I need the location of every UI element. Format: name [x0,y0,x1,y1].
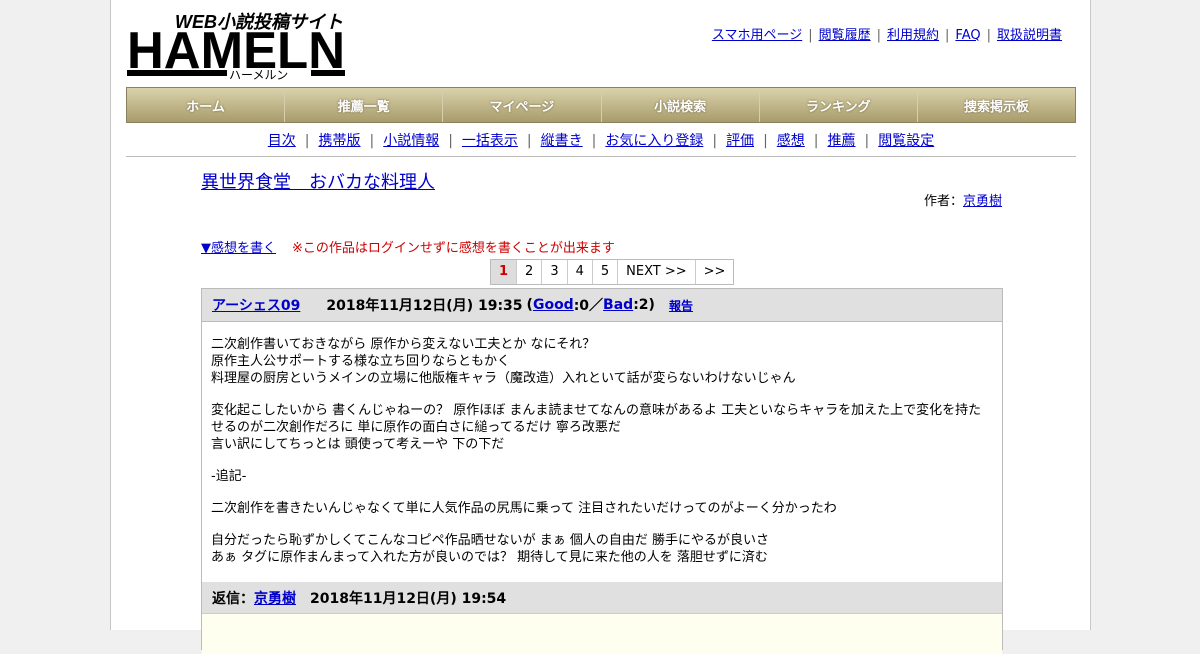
review-date: 2018年11月12日(月) 19:35 [326,298,523,314]
author-label: 作者： [923,194,963,209]
subnav-vertical[interactable]: 縦書き [541,133,583,149]
author-line: 作者：京勇樹 [924,190,1002,209]
reply-header: 返信： 京勇樹 2018年11月12日(月) 19:54 [202,582,1002,613]
subnav-info[interactable]: 小説情報 [383,133,439,149]
subnav-settings[interactable]: 閲覧設定 [878,133,934,149]
reply-body [202,613,1002,654]
review-card: アーシェス09 2018年11月12日(月) 19:35 (Good:0／ Bad… [201,288,1003,654]
review-paragraph: 二次創作書いておきながら 原作から変えない工夫とか なにそれ？ 原作主人公サポー… [211,337,796,386]
bad-vote-link[interactable]: Bad [603,297,633,313]
page-2-link[interactable]: 2 [517,260,543,284]
terms-link[interactable]: 利用規約 [887,28,939,43]
page-1-current: 1 [491,260,518,284]
subnav-toc[interactable]: 目次 [268,133,296,149]
novel-title-link[interactable]: 異世界食堂 おバカな料理人 [201,168,435,194]
report-link[interactable]: 報告 [669,297,693,314]
page-3-link[interactable]: 3 [542,260,568,284]
review-paragraph: -追記- [211,469,247,484]
review-paragraph: 自分だったら恥ずかしくてこんなコピペ作品晒せないが まぁ 個人の自由だ 勝手にや… [211,533,770,565]
reply-author-link[interactable]: 京勇樹 [254,588,296,608]
nav-board[interactable]: 捜索掲示板 [918,88,1075,122]
good-count: :0／ [573,298,604,314]
nav-home[interactable]: ホーム [127,88,286,122]
review-paragraph: 変化起こしたいから 書くんじゃねーの？ 原作ほぼ まんま読ませてなんの意味がある… [211,403,982,452]
divider [126,156,1076,157]
subnav-favorite[interactable]: お気に入り登録 [605,133,703,149]
guest-review-note: ※この作品はログインせずに感想を書くことが出来ます [292,241,615,256]
pagination: 1 2 3 4 5 NEXT >> >> [490,259,735,285]
nav-ranking[interactable]: ランキング [760,88,918,122]
nav-recommend[interactable]: 推薦一覧 [285,88,444,122]
main-nav: ホーム 推薦一覧 マイページ 小説検索 ランキング 捜索掲示板 [126,87,1076,123]
reply-date: 2018年11月12日(月) 19:54 [310,590,507,607]
write-review-link[interactable]: ▼感想を書く [201,241,276,256]
subnav-review[interactable]: 感想 [777,133,805,149]
reply-label: 返信： [212,590,254,607]
history-link[interactable]: 閲覧履歴 [819,28,871,43]
page-5-link[interactable]: 5 [593,260,619,284]
author-link[interactable]: 京勇樹 [963,194,1002,209]
page-container: WEB小説投稿サイト HAMELN ハーメルン スマホ用ページ | 閲覧履歴 | 利用規… [110,0,1091,654]
good-vote-link[interactable]: Good [533,297,574,313]
subnav-rating[interactable]: 評価 [726,133,754,149]
novel-subnav: 目次 | 携帯版 | 小説情報 | 一括表示 | 縦書き | お気に入り登録 | 評価 | 感想 | 推薦 | 閲覧… [267,133,935,149]
review-paragraph: 二次創作を書きたいんじゃなくて単に人気作品の尻馬に乗って 注目されたいだけっての… [211,501,837,516]
write-review-line: ▼感想を書く ※この作品はログインせずに感想を書くことが出来ます [201,237,615,256]
nav-search[interactable]: 小説検索 [602,88,760,122]
bad-count: :2) [633,297,655,313]
hameln-logo[interactable]: WEB小説投稿サイト HAMELN ハーメルン [127,8,347,82]
faq-link[interactable]: FAQ [955,28,980,43]
logo-kana: ハーメルン [229,68,288,82]
subnav-recommend[interactable]: 推薦 [828,133,856,149]
review-user-link[interactable]: アーシェス09 [212,295,300,315]
nav-mypage[interactable]: マイページ [443,88,602,122]
smartphone-page-link[interactable]: スマホ用ページ [712,28,802,43]
last-page-link[interactable]: >> [696,260,734,284]
review-body: 二次創作書いておきながら 原作から変えない工夫とか なにそれ？ 原作主人公サポー… [202,322,1002,566]
next-page-link[interactable]: NEXT >> [618,260,696,284]
top-links: スマホ用ページ | 閲覧履歴 | 利用規約 | FAQ | 取扱説明書 [711,28,1062,43]
review-header: アーシェス09 2018年11月12日(月) 19:35 (Good:0／ Bad… [202,289,1002,322]
subnav-mobile[interactable]: 携帯版 [318,133,360,149]
manual-link[interactable]: 取扱説明書 [997,28,1062,43]
subnav-all[interactable]: 一括表示 [462,133,518,149]
page-4-link[interactable]: 4 [568,260,593,284]
